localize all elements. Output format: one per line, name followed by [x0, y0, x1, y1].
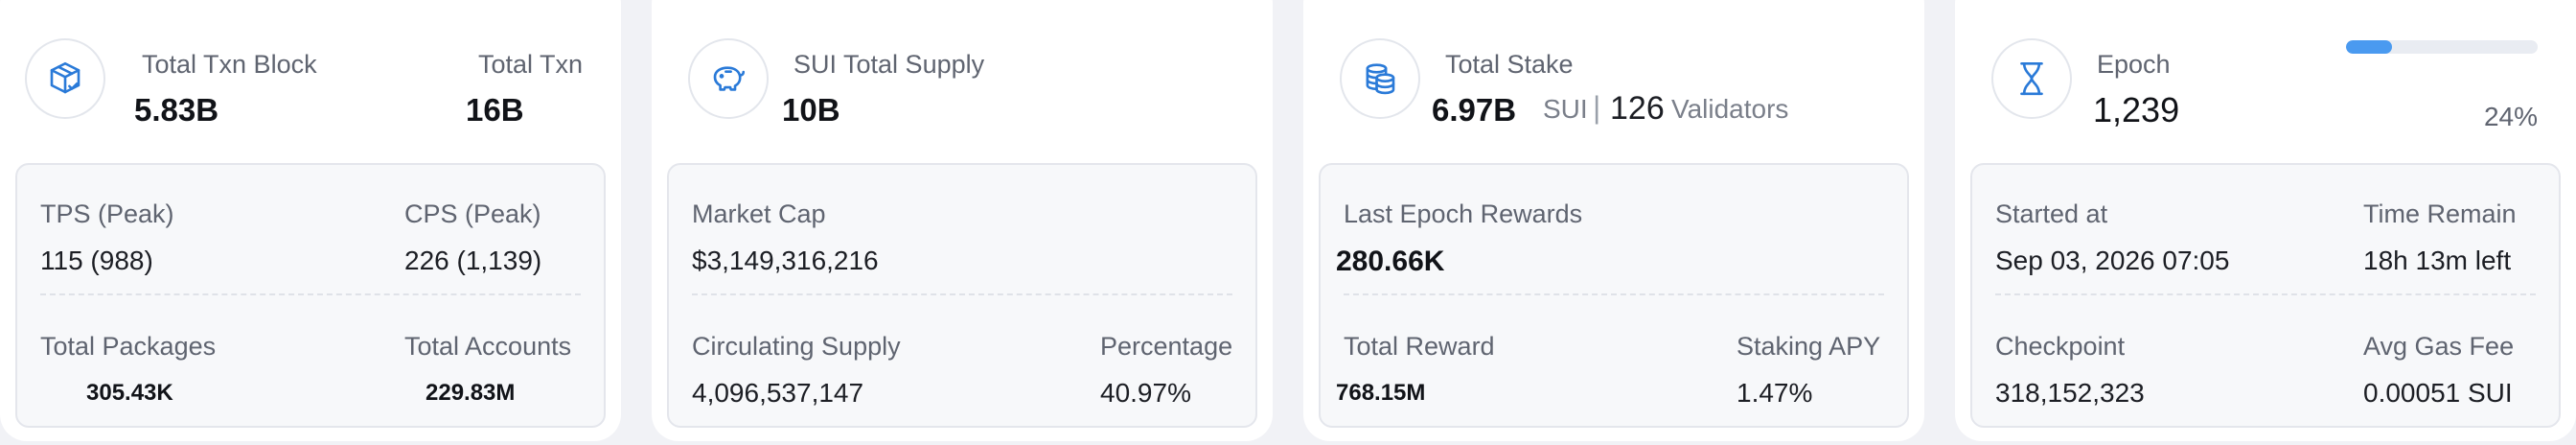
- market-cap-label: Market Cap: [692, 199, 826, 228]
- epoch-details-panel: Started at Sep 03, 2026 07:05 Time Remai…: [1970, 163, 2561, 428]
- total-supply-label: SUI Total Supply: [794, 50, 985, 79]
- coins-stack-icon: [1340, 38, 1420, 119]
- avg-gas-fee-value: 0.00051 SUI: [2363, 378, 2513, 408]
- last-epoch-rewards-label: Last Epoch Rewards: [1344, 199, 1583, 228]
- circulating-supply-value: 4,096,537,147: [692, 378, 864, 408]
- percentage-label: Percentage: [1100, 332, 1233, 361]
- divider: [1344, 293, 1884, 295]
- staking-apy-label: Staking APY: [1736, 332, 1881, 361]
- total-accounts-value: 229.83M: [426, 380, 516, 406]
- supply-card: SUI Total Supply 10B Market Cap $3,149,3…: [652, 0, 1273, 441]
- avg-gas-fee-label: Avg Gas Fee: [2363, 332, 2515, 361]
- hourglass-icon: [1991, 38, 2072, 119]
- total-txn-label: Total Txn: [477, 50, 583, 79]
- piggy-bank-icon: [688, 38, 769, 119]
- stake-card: Total Stake 6.97B SUI | 126 Validators L…: [1303, 0, 1924, 441]
- started-at-value: Sep 03, 2026 07:05: [1995, 246, 2230, 275]
- total-packages-value: 305.43K: [86, 380, 173, 406]
- epoch-value: 1,239: [2093, 90, 2180, 129]
- epoch-progress-fill: [2346, 40, 2392, 54]
- txn-card: Total Txn Block 5.83B Total Txn 16B TPS …: [0, 0, 621, 441]
- last-epoch-rewards-value: 280.66K: [1336, 246, 1445, 277]
- stats-row: Total Txn Block 5.83B Total Txn 16B TPS …: [0, 0, 2576, 445]
- total-accounts-label: Total Accounts: [404, 332, 572, 361]
- epoch-progress-text: 24%: [2483, 102, 2538, 131]
- total-txn-block-label: Total Txn Block: [142, 50, 317, 79]
- epoch-label: Epoch: [2097, 50, 2171, 79]
- divider: [692, 293, 1232, 295]
- total-txn-value: 16B: [466, 92, 524, 128]
- tps-label: TPS (Peak): [40, 199, 174, 228]
- cps-label: CPS (Peak): [404, 199, 541, 228]
- percentage-value: 40.97%: [1100, 378, 1191, 408]
- checkpoint-value: 318,152,323: [1995, 378, 2145, 408]
- total-txn-block-value: 5.83B: [134, 92, 219, 128]
- epoch-card-header: Epoch 1,239 24%: [1955, 0, 2576, 152]
- txn-card-header: Total Txn Block 5.83B Total Txn 16B: [0, 0, 621, 152]
- time-remain-label: Time Remain: [2363, 199, 2517, 228]
- market-cap-value: $3,149,316,216: [692, 246, 879, 275]
- stake-separator: |: [1593, 90, 1601, 125]
- time-remain-value: 18h 13m left: [2363, 246, 2512, 275]
- total-packages-label: Total Packages: [40, 332, 217, 361]
- checkpoint-label: Checkpoint: [1995, 332, 2126, 361]
- stake-unit: SUI: [1543, 94, 1588, 124]
- staking-apy-value: 1.47%: [1736, 378, 1813, 408]
- txn-details-panel: TPS (Peak) 115 (988) CPS (Peak) 226 (1,1…: [15, 163, 606, 428]
- started-at-label: Started at: [1995, 199, 2108, 228]
- total-stake-label: Total Stake: [1445, 50, 1574, 79]
- epoch-progress-bar: [2346, 40, 2538, 54]
- package-icon: [25, 38, 105, 119]
- epoch-card: Epoch 1,239 24% Started at Sep 03, 2026 …: [1955, 0, 2576, 441]
- validators-count: 126: [1610, 90, 1665, 127]
- stake-details-panel: Last Epoch Rewards 280.66K Total Reward …: [1319, 163, 1909, 428]
- cps-value: 226 (1,139): [404, 246, 542, 275]
- total-supply-value: 10B: [782, 92, 840, 128]
- total-reward-value: 768.15M: [1336, 380, 1426, 406]
- tps-value: 115 (988): [40, 246, 153, 275]
- supply-details-panel: Market Cap $3,149,316,216 Circulating Su…: [667, 163, 1257, 428]
- validators-label: Validators: [1671, 94, 1789, 124]
- circulating-supply-label: Circulating Supply: [692, 332, 901, 361]
- total-reward-label: Total Reward: [1344, 332, 1495, 361]
- divider: [1995, 293, 2536, 295]
- divider: [40, 293, 581, 295]
- stake-card-header: Total Stake 6.97B SUI | 126 Validators: [1303, 0, 1924, 152]
- total-stake-value: 6.97B: [1432, 92, 1517, 128]
- supply-card-header: SUI Total Supply 10B: [652, 0, 1273, 152]
